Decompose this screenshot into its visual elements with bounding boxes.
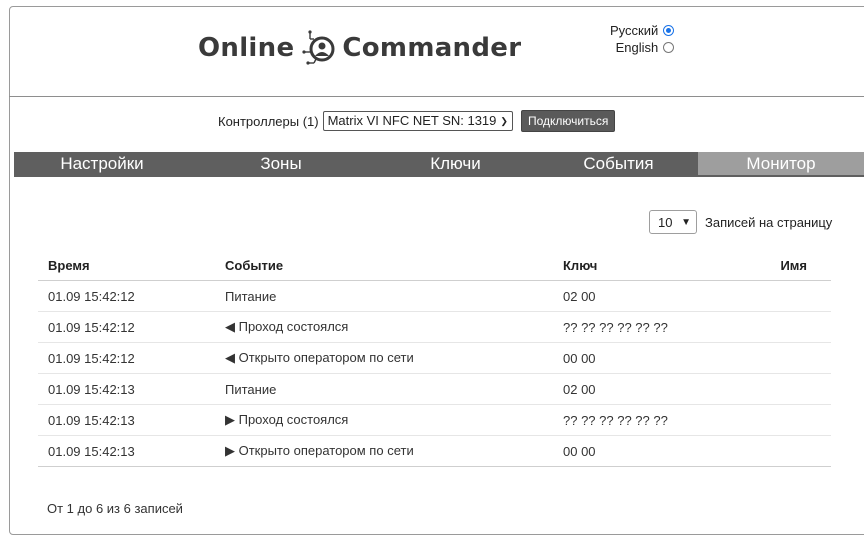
logo-text-online: Online	[198, 33, 295, 63]
column-header-event[interactable]: Событие	[215, 250, 553, 281]
tab-underline	[14, 175, 864, 177]
table-row: 01.09 15:42:12 ◀ Проход состоялся ?? ?? …	[38, 311, 831, 343]
cell-name	[698, 435, 831, 467]
cell-event: ◀ Проход состоялся	[215, 311, 553, 343]
cell-time: 01.09 15:42:12	[38, 311, 215, 343]
table-row: 01.09 15:42:12 ◀ Открыто оператором по с…	[38, 342, 831, 374]
cell-event: Питание	[215, 280, 553, 312]
cell-key: ?? ?? ?? ?? ?? ??	[553, 404, 698, 436]
controller-select[interactable]: Matrix VI NFC NET SN: 1319 ❯	[322, 111, 513, 131]
column-header-key[interactable]: Ключ	[553, 250, 698, 281]
cell-key: ?? ?? ?? ?? ?? ??	[553, 311, 698, 343]
page-size-label: Записей на страницу	[705, 215, 833, 230]
cell-name	[698, 404, 831, 436]
connect-button[interactable]: Подключиться	[520, 110, 616, 132]
cell-key: 02 00	[553, 280, 698, 312]
logo: Online Commander	[198, 28, 521, 68]
controller-select-value: Matrix VI NFC NET SN: 1319	[327, 113, 497, 128]
tab-keys[interactable]: Ключи	[372, 152, 539, 176]
chevron-down-icon: ❯	[500, 116, 508, 126]
language-label: English	[615, 40, 659, 55]
column-header-time[interactable]: Время	[38, 250, 215, 281]
controller-bar: Контроллеры (1) Matrix VI NFC NET SN: 13…	[218, 110, 616, 132]
tab-settings[interactable]: Настройки	[14, 152, 190, 176]
cell-event: ◀ Открыто оператором по сети	[215, 342, 553, 374]
cell-time: 01.09 15:42:12	[38, 280, 215, 312]
cell-event: ▶ Открыто оператором по сети	[215, 435, 553, 467]
logo-text-commander: Commander	[342, 33, 522, 63]
language-switcher: Русский English	[610, 22, 675, 56]
page-size-value: 10	[658, 214, 673, 230]
cell-key: 00 00	[553, 342, 698, 374]
cell-event: Питание	[215, 373, 553, 405]
column-header-name[interactable]: Имя	[698, 250, 831, 281]
logo-mark-icon	[300, 28, 340, 68]
language-option-ru[interactable]: Русский	[610, 22, 675, 39]
table-row: 01.09 15:42:13 ▶ Открыто оператором по с…	[38, 435, 831, 467]
tab-monitor[interactable]: Монитор	[698, 152, 864, 176]
controllers-label: Контроллеры (1)	[218, 113, 319, 129]
language-option-en[interactable]: English	[610, 39, 675, 56]
radio-ru[interactable]	[663, 25, 675, 36]
table-row: 01.09 15:42:13 Питание 02 00	[38, 373, 831, 405]
cell-name	[698, 311, 831, 343]
cell-time: 01.09 15:42:13	[38, 373, 215, 405]
cell-key: 00 00	[553, 435, 698, 467]
table-row: 01.09 15:42:13 ▶ Проход состоялся ?? ?? …	[38, 404, 831, 436]
cell-name	[698, 342, 831, 374]
radio-en[interactable]	[663, 42, 675, 53]
cell-time: 01.09 15:42:13	[38, 435, 215, 467]
cell-time: 01.09 15:42:12	[38, 342, 215, 374]
table-row: 01.09 15:42:12 Питание 02 00	[38, 280, 831, 312]
cell-name	[698, 280, 831, 312]
language-label: Русский	[610, 23, 659, 38]
table-info: От 1 до 6 из 6 записей	[47, 501, 183, 516]
cell-key: 02 00	[553, 373, 698, 405]
page-size-select[interactable]: 10 ▼	[649, 210, 697, 234]
cell-time: 01.09 15:42:13	[38, 404, 215, 436]
events-table: Время Событие Ключ Имя 01.09 15:42:12 Пи…	[38, 250, 831, 467]
header-divider	[9, 96, 864, 97]
tab-zones[interactable]: Зоны	[190, 152, 372, 176]
header: Online Commander Русский English	[0, 0, 864, 96]
table-header-row: Время Событие Ключ Имя	[38, 250, 831, 281]
cell-event: ▶ Проход состоялся	[215, 404, 553, 436]
chevron-down-icon: ▼	[681, 216, 691, 228]
tab-events[interactable]: События	[539, 152, 698, 176]
tab-bar: Настройки Зоны Ключи События Монитор	[14, 152, 864, 176]
cell-name	[698, 373, 831, 405]
